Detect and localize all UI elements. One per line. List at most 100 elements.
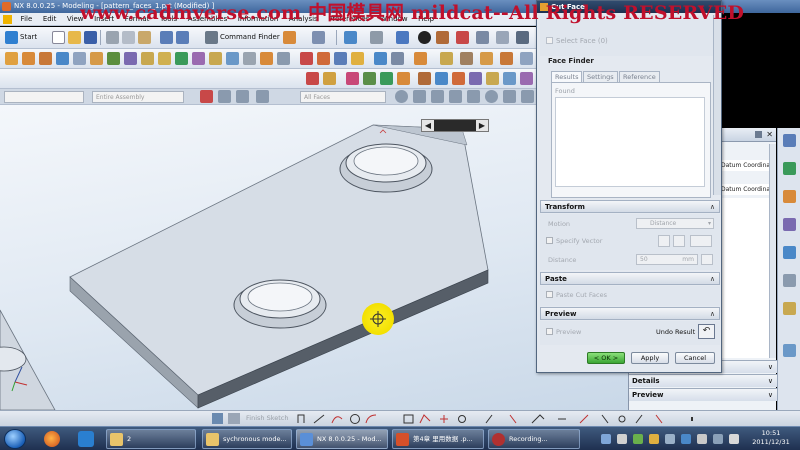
pull-face-icon[interactable]: [317, 52, 330, 65]
resize-blend-icon[interactable]: [414, 52, 427, 65]
pattern-icon[interactable]: [260, 52, 273, 65]
render-style-icon[interactable]: [418, 31, 431, 44]
constraint-face-icon[interactable]: [440, 52, 453, 65]
select-feature-icon[interactable]: [503, 90, 516, 103]
ok-button[interactable]: < OK >: [587, 352, 625, 364]
wireframe-icon[interactable]: [516, 31, 529, 44]
view-orient-icon[interactable]: [496, 31, 509, 44]
taskbar-item-sync-mode[interactable]: sychronous mode...: [202, 429, 292, 449]
volume-icon[interactable]: [729, 434, 739, 444]
tab-settings[interactable]: Settings: [583, 71, 618, 82]
roles-icon[interactable]: [783, 344, 796, 357]
replace-face-icon[interactable]: [334, 52, 347, 65]
chevron-right-icon[interactable]: ▶: [476, 120, 488, 131]
intersect-icon[interactable]: [158, 52, 171, 65]
sync-replace-icon[interactable]: [363, 72, 376, 85]
web-browser-icon[interactable]: [783, 246, 796, 259]
hole-icon[interactable]: [56, 52, 69, 65]
paste-icon[interactable]: [138, 31, 151, 44]
keyboard-icon[interactable]: [617, 434, 627, 444]
tab-reference[interactable]: Reference: [619, 71, 660, 82]
network-icon[interactable]: [633, 434, 643, 444]
select-slot-icon[interactable]: [467, 90, 480, 103]
select-rib-icon[interactable]: [449, 90, 462, 103]
taskbar-item-recording[interactable]: Recording...: [488, 429, 580, 449]
firefox-icon[interactable]: [44, 431, 60, 447]
undo-result-button[interactable]: ↶: [698, 324, 715, 339]
sync-edge-icon[interactable]: [503, 72, 516, 85]
type-filter-dropdown[interactable]: [4, 91, 84, 103]
assembly-navigator-icon[interactable]: [783, 134, 796, 147]
found-list[interactable]: [555, 97, 705, 187]
redo-icon[interactable]: [176, 31, 189, 44]
start-button[interactable]: Start: [20, 31, 37, 44]
trim-body-icon[interactable]: [209, 52, 222, 65]
move-face-icon[interactable]: [300, 52, 313, 65]
save-icon[interactable]: [84, 31, 97, 44]
reverse-direction-icon[interactable]: [658, 235, 670, 247]
offset-face-icon[interactable]: [277, 52, 290, 65]
dialog-scrollbar[interactable]: [713, 15, 721, 195]
command-finder-button[interactable]: Command Finder: [220, 31, 280, 44]
chamfer-icon[interactable]: [192, 52, 205, 65]
quickpick-selector[interactable]: ◀ ▶: [421, 119, 489, 132]
constraint-navigator-icon[interactable]: [783, 162, 796, 175]
menu-edit[interactable]: Edit: [39, 13, 61, 26]
copy-face-icon[interactable]: [374, 52, 387, 65]
snap-point-icon[interactable]: [236, 90, 249, 103]
select-body-icon[interactable]: [521, 90, 534, 103]
unite-icon[interactable]: [124, 52, 137, 65]
taskbar-clock[interactable]: 10:51 2011/12/31: [745, 429, 797, 447]
navigator-row[interactable]: Datum Coordinate System: [721, 184, 769, 195]
vector-options-icon[interactable]: [690, 235, 712, 247]
copy-icon[interactable]: [122, 31, 135, 44]
sync-detail-icon[interactable]: [469, 72, 482, 85]
navigator-scrollbar[interactable]: [769, 144, 776, 358]
undo-icon[interactable]: [160, 31, 173, 44]
open-folder-icon[interactable]: [68, 31, 81, 44]
sync-optimize-icon[interactable]: [520, 72, 533, 85]
face-rule-dropdown[interactable]: All Faces: [300, 91, 386, 103]
sync-relate-icon[interactable]: [418, 72, 431, 85]
taskbar-item-nx[interactable]: NX 8.0.0.25 - Mod...: [296, 429, 388, 449]
preview-section-header[interactable]: Preview ∧: [540, 307, 720, 320]
snap-icon[interactable]: [218, 90, 231, 103]
subtract-icon[interactable]: [141, 52, 154, 65]
section-details[interactable]: Details ∨: [629, 374, 777, 387]
face-analysis-icon[interactable]: [436, 31, 449, 44]
sync-label-icon[interactable]: [486, 72, 499, 85]
sketch-orient-icon[interactable]: [212, 413, 223, 424]
linear-dimension-icon[interactable]: [520, 52, 533, 65]
select-boss-icon[interactable]: [431, 90, 444, 103]
menu-file[interactable]: File: [17, 13, 37, 26]
navigator-row[interactable]: Datum Coordinate System: [721, 160, 769, 171]
flag-icon[interactable]: [697, 434, 707, 444]
mirror-icon[interactable]: [226, 52, 239, 65]
edge-blend-icon[interactable]: [175, 52, 188, 65]
section-view-icon[interactable]: [456, 31, 469, 44]
sync-offset-icon[interactable]: [346, 72, 359, 85]
shaded-view-icon[interactable]: [396, 31, 409, 44]
reuse-library-icon[interactable]: [783, 218, 796, 231]
sketch-icon[interactable]: [5, 52, 18, 65]
ie-icon[interactable]: [78, 431, 94, 447]
cube-icon[interactable]: [283, 31, 296, 44]
sync-group-icon[interactable]: [380, 72, 393, 85]
sketch-curve-tools[interactable]: [296, 413, 696, 425]
cancel-button[interactable]: Cancel: [675, 352, 715, 364]
wcs-icon[interactable]: [312, 31, 325, 44]
power-icon[interactable]: [713, 434, 723, 444]
distance-input[interactable]: 50 mm: [636, 254, 698, 265]
make-coaxial-icon[interactable]: [480, 52, 493, 65]
select-cylinder-icon[interactable]: [485, 90, 498, 103]
make-coplanar-icon[interactable]: [460, 52, 473, 65]
pad-icon[interactable]: [107, 52, 120, 65]
layer-icon[interactable]: [476, 31, 489, 44]
specify-vector-row[interactable]: Specify Vector: [546, 237, 602, 245]
windows-start-button[interactable]: [4, 429, 26, 449]
select-filter-icon[interactable]: [200, 90, 213, 103]
selection-scope-dropdown[interactable]: Entire Assembly: [92, 91, 184, 103]
close-panel-icon[interactable]: ✕: [766, 130, 773, 139]
display-icon[interactable]: [681, 434, 691, 444]
revolve-icon[interactable]: [39, 52, 52, 65]
